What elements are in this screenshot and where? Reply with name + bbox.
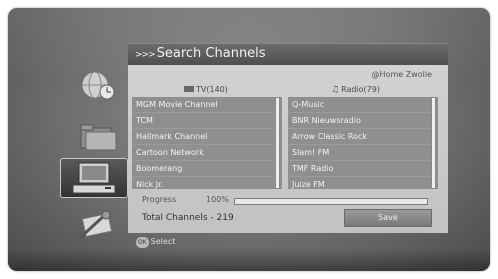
- list-item[interactable]: Juize FM: [288, 177, 438, 189]
- list-item[interactable]: MGM Movie Channel: [132, 97, 282, 113]
- save-button[interactable]: Save: [344, 209, 432, 227]
- page-title: >>> Search Channels: [135, 46, 266, 61]
- scrollbar-thumb[interactable]: [275, 97, 280, 189]
- ok-select-hint: OK Select: [136, 237, 176, 248]
- tv-channel-list[interactable]: MGM Movie Channel TCM Hallmark Channel C…: [132, 97, 282, 189]
- list-item[interactable]: Arrow Classic Rock: [288, 129, 438, 145]
- ok-key-icon: OK: [136, 237, 149, 248]
- list-item[interactable]: Nick Jr.: [132, 177, 282, 189]
- globe-clock-icon[interactable]: [76, 68, 118, 102]
- list-item[interactable]: Q-Music: [288, 97, 438, 113]
- bottom-shade: [8, 249, 490, 271]
- list-item[interactable]: Hallmark Channel: [132, 129, 282, 145]
- total-channels: Total Channels - 219: [142, 213, 234, 223]
- list-item[interactable]: Boomerang: [132, 161, 282, 177]
- folder-icon[interactable]: [78, 120, 120, 154]
- list-item[interactable]: BNR Nieuwsradio: [288, 113, 438, 129]
- tv-settop-icon[interactable]: [60, 158, 128, 198]
- radio-column-header: ♫ Radio(79): [331, 85, 380, 95]
- list-item[interactable]: Cartoon Network: [132, 145, 282, 161]
- progress-bar: [234, 198, 428, 205]
- tv-icon: [184, 86, 194, 92]
- progress-label: Progress: [142, 195, 177, 204]
- radio-scrollbar[interactable]: [431, 97, 436, 189]
- progress-fill: [235, 199, 427, 204]
- radio-channel-list[interactable]: Q-Music BNR Nieuwsradio Arrow Classic Ro…: [288, 97, 438, 189]
- music-note-icon: ♫: [331, 85, 340, 95]
- list-item[interactable]: TMF Radio: [288, 161, 438, 177]
- search-channels-panel: @Home Zwolle TV(140) ♫ Radio(79) MGM Movi…: [128, 65, 448, 233]
- list-item[interactable]: TCM: [132, 113, 282, 129]
- location-label: @Home Zwolle: [371, 70, 432, 79]
- list-item[interactable]: Slam! FM: [288, 145, 438, 161]
- tools-icon[interactable]: [76, 208, 118, 242]
- chevrons-icon: >>>: [135, 50, 156, 60]
- tv-scrollbar[interactable]: [275, 97, 280, 189]
- progress-value: 100%: [206, 195, 229, 204]
- tv-column-header: TV(140): [184, 85, 228, 94]
- scrollbar-thumb[interactable]: [431, 97, 436, 189]
